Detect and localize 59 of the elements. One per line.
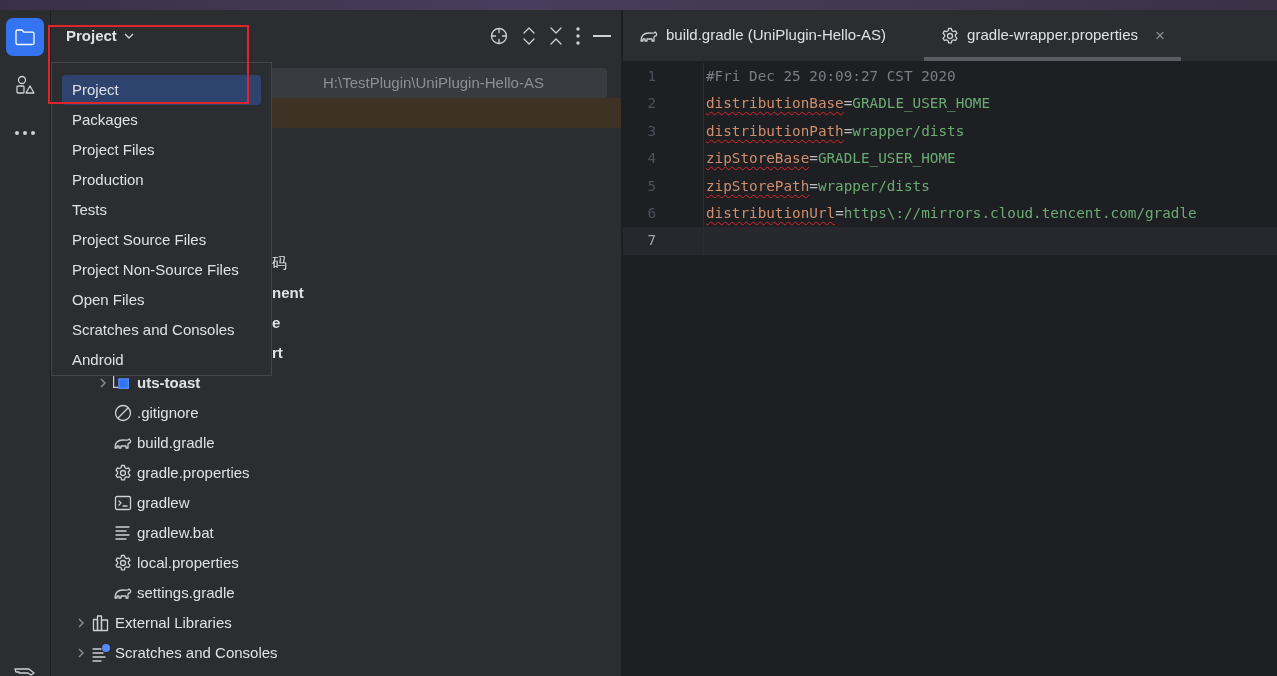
tree-item-label[interactable]: gradle.properties	[137, 461, 250, 485]
equals-sign: =	[843, 122, 853, 139]
tree-item-label[interactable]: local.properties	[137, 551, 239, 575]
editor-tab[interactable]: gradle-wrapper.properties ×	[924, 10, 1181, 61]
property-value: wrapper/dists	[817, 177, 930, 194]
menu-item[interactable]: Project Files	[62, 135, 261, 165]
gear-icon	[940, 25, 961, 46]
equals-sign: =	[809, 177, 818, 194]
equals-sign: =	[835, 204, 844, 221]
equals-sign: =	[809, 150, 818, 167]
editor-tab[interactable]: build.gradle (UniPlugin-Hello-AS)	[623, 10, 925, 61]
equals-sign: =	[843, 95, 853, 112]
folder-tool-button[interactable]	[6, 18, 44, 56]
menu-item[interactable]: Project Source Files	[62, 225, 261, 255]
scratches-icon	[91, 643, 111, 663]
hammer-icon	[14, 668, 36, 676]
tree-item-label[interactable]: 码	[272, 251, 287, 275]
tree-item-label[interactable]: nent	[272, 281, 304, 305]
property-value: https\://mirrors.cloud.tencent.com/gradle	[843, 204, 1197, 221]
tree-item-label[interactable]: gradlew	[137, 491, 190, 515]
minimize-icon[interactable]	[593, 34, 611, 38]
close-icon[interactable]: ×	[1155, 22, 1165, 49]
library-icon	[91, 613, 111, 633]
view-dropdown[interactable]: Project	[66, 24, 135, 48]
tree-item-label[interactable]: build.gradle	[137, 431, 215, 455]
property-key: zipStorePath	[706, 177, 810, 194]
tree-item-label[interactable]: settings.gradle	[137, 581, 235, 605]
property-key: distributionPath	[706, 122, 844, 139]
menu-item[interactable]: Tests	[62, 195, 261, 225]
property-value: GRADLE_USER_HOME	[817, 150, 956, 167]
tree-item-label[interactable]: rt	[272, 341, 283, 365]
line-number: 7	[623, 227, 704, 255]
menu-item[interactable]: Production	[62, 165, 261, 195]
code-comment: #Fri Dec 25 20:09:27 CST 2020	[706, 67, 956, 84]
menu-item[interactable]: Scratches and Consoles	[62, 315, 261, 345]
gear-icon	[113, 553, 133, 573]
property-value: wrapper/dists	[852, 122, 965, 139]
shapes-icon	[14, 74, 36, 96]
tree-item-label[interactable]: External Libraries	[115, 611, 232, 635]
tree-item-label[interactable]: Scratches and Consoles	[115, 641, 278, 665]
more-icon	[14, 130, 36, 136]
menu-item[interactable]: Open Files	[62, 285, 261, 315]
collapse-all-icon[interactable]	[549, 26, 563, 46]
kebab-menu-icon[interactable]	[576, 27, 580, 45]
locate-icon[interactable]	[489, 26, 509, 46]
tree-item-label[interactable]: gradlew.bat	[137, 521, 214, 545]
tree-item-label[interactable]: .gitignore	[137, 401, 199, 425]
menu-item[interactable]: Project Non-Source Files	[62, 255, 261, 285]
ignore-icon	[113, 403, 133, 423]
property-value: GRADLE_USER_HOME	[852, 95, 991, 112]
menu-item[interactable]: Project	[62, 75, 261, 105]
property-key: zipStoreBase	[706, 150, 810, 167]
property-key: distributionUrl	[706, 204, 836, 221]
property-key: distributionBase	[706, 95, 844, 112]
gear-icon	[113, 463, 133, 483]
tree-item-label[interactable]: e	[272, 311, 281, 335]
terminal-icon	[113, 493, 133, 513]
menu-item[interactable]: Packages	[62, 105, 261, 135]
expand-all-icon[interactable]	[522, 26, 536, 46]
